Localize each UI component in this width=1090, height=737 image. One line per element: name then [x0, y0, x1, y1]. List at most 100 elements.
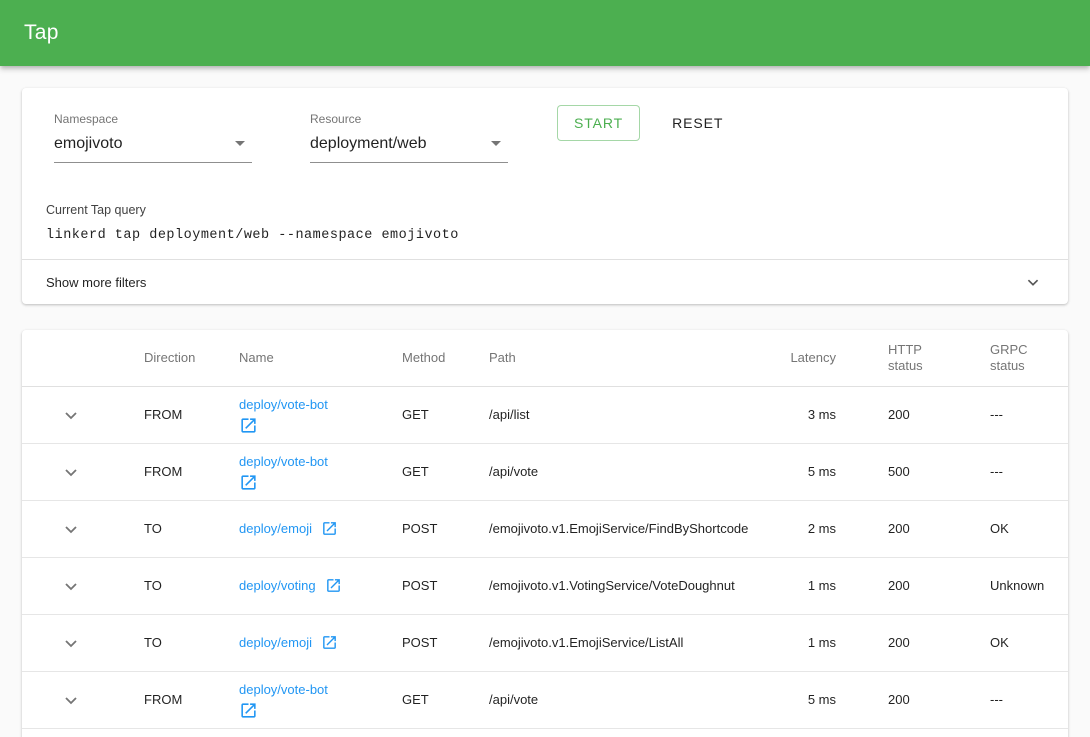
namespace-value: emojivoto — [54, 134, 122, 153]
table-row: TO deploy/emoji POST /emojivoto.v1.Emoji… — [22, 500, 1068, 557]
column-latency: Latency — [740, 330, 840, 386]
grpc-status-cell: OK — [964, 500, 1068, 557]
method-cell: GET — [380, 443, 467, 500]
chevron-down-icon — [59, 403, 83, 427]
external-link-icon[interactable] — [239, 473, 258, 492]
table-row-partial — [22, 728, 1068, 737]
show-more-filters-label: Show more filters — [46, 275, 146, 290]
table-row: TO deploy/voting POST /emojivoto.v1.Voti… — [22, 557, 1068, 614]
column-grpc-status: GRPC status — [964, 330, 1068, 386]
path-cell: /api/list — [467, 386, 740, 443]
latency-cell: 2 ms — [740, 500, 840, 557]
direction-cell: FROM — [122, 671, 217, 728]
grpc-status-cell: OK — [964, 614, 1068, 671]
external-link-icon[interactable] — [239, 416, 258, 435]
chevron-down-icon — [59, 631, 83, 655]
namespace-label: Namespace — [54, 112, 252, 126]
column-direction: Direction — [122, 330, 217, 386]
start-button[interactable]: START — [557, 105, 640, 141]
external-link-icon[interactable] — [325, 577, 342, 594]
column-name: Name — [217, 330, 380, 386]
expand-row-button[interactable] — [59, 688, 83, 712]
http-status-cell: 500 — [840, 443, 964, 500]
latency-cell: 3 ms — [740, 386, 840, 443]
grpc-status-cell: --- — [964, 443, 1068, 500]
path-cell: /emojivoto.v1.VotingService/VoteDoughnut — [467, 557, 740, 614]
column-http-status: HTTP status — [840, 330, 964, 386]
name-cell: deploy/emoji — [217, 614, 380, 671]
show-more-filters-toggle[interactable]: Show more filters — [22, 259, 1068, 304]
path-cell: /api/vote — [467, 443, 740, 500]
name-cell: deploy/vote-bot — [217, 671, 380, 728]
path-cell: /emojivoto.v1.EmojiService/FindByShortco… — [467, 500, 740, 557]
http-status-cell: 200 — [840, 386, 964, 443]
expand-row-button[interactable] — [59, 403, 83, 427]
chevron-down-icon — [59, 688, 83, 712]
http-status-cell: 200 — [840, 500, 964, 557]
direction-cell: FROM — [122, 443, 217, 500]
resource-link[interactable]: deploy/vote-bot — [239, 454, 328, 469]
current-query-section: Current Tap query linkerd tap deployment… — [22, 163, 1068, 259]
direction-cell: TO — [122, 614, 217, 671]
resource-link[interactable]: deploy/emoji — [239, 521, 312, 536]
resource-value: deployment/web — [310, 134, 427, 153]
method-cell: POST — [380, 614, 467, 671]
name-cell: deploy/voting — [217, 557, 380, 614]
external-link-icon[interactable] — [239, 701, 258, 720]
table-header-row: Direction Name Method Path Latency HTTP … — [22, 330, 1068, 386]
column-expand — [22, 330, 122, 386]
page-title: Tap — [24, 21, 59, 45]
table-row: FROM deploy/vote-bot GET /api/list 3 ms … — [22, 386, 1068, 443]
expand-row-button[interactable] — [59, 517, 83, 541]
query-code: linkerd tap deployment/web --namespace e… — [46, 228, 1044, 243]
http-status-cell: 200 — [840, 671, 964, 728]
latency-cell: 5 ms — [740, 443, 840, 500]
filter-actions: START RESET — [557, 105, 731, 141]
expand-row-button[interactable] — [59, 574, 83, 598]
table-row: FROM deploy/vote-bot GET /api/vote 5 ms … — [22, 443, 1068, 500]
dropdown-caret-icon — [235, 141, 245, 146]
resource-link[interactable]: deploy/voting — [239, 578, 316, 593]
chevron-down-icon[interactable] — [1022, 271, 1044, 293]
grpc-status-cell: --- — [964, 671, 1068, 728]
direction-cell: TO — [122, 557, 217, 614]
dropdown-caret-icon — [491, 141, 501, 146]
resource-link[interactable]: deploy/vote-bot — [239, 397, 328, 412]
external-link-icon[interactable] — [321, 634, 338, 651]
table-row: TO deploy/emoji POST /emojivoto.v1.Emoji… — [22, 614, 1068, 671]
column-method: Method — [380, 330, 467, 386]
chevron-down-icon — [59, 517, 83, 541]
http-status-cell: 200 — [840, 557, 964, 614]
path-cell: /emojivoto.v1.EmojiService/ListAll — [467, 614, 740, 671]
namespace-select[interactable]: Namespace emojivoto — [54, 112, 252, 163]
direction-cell: TO — [122, 500, 217, 557]
grpc-status-cell: Unknown — [964, 557, 1068, 614]
query-label: Current Tap query — [46, 203, 1044, 217]
path-cell: /api/vote — [467, 671, 740, 728]
latency-cell: 1 ms — [740, 614, 840, 671]
table-row: FROM deploy/vote-bot GET /api/vote 5 ms … — [22, 671, 1068, 728]
app-bar: Tap — [0, 0, 1090, 66]
expand-row-button[interactable] — [59, 460, 83, 484]
resource-link[interactable]: deploy/vote-bot — [239, 682, 328, 697]
chevron-down-icon — [59, 574, 83, 598]
method-cell: POST — [380, 557, 467, 614]
latency-cell: 1 ms — [740, 557, 840, 614]
chevron-down-icon — [59, 460, 83, 484]
resource-label: Resource — [310, 112, 508, 126]
resource-select[interactable]: Resource deployment/web — [310, 112, 508, 163]
name-cell: deploy/vote-bot — [217, 443, 380, 500]
direction-cell: FROM — [122, 386, 217, 443]
method-cell: GET — [380, 671, 467, 728]
expand-row-button[interactable] — [59, 631, 83, 655]
reset-button[interactable]: RESET — [664, 106, 731, 140]
column-path: Path — [467, 330, 740, 386]
http-status-cell: 200 — [840, 614, 964, 671]
external-link-icon[interactable] — [321, 520, 338, 537]
method-cell: POST — [380, 500, 467, 557]
resource-link[interactable]: deploy/emoji — [239, 635, 312, 650]
latency-cell: 5 ms — [740, 671, 840, 728]
method-cell: GET — [380, 386, 467, 443]
name-cell: deploy/vote-bot — [217, 386, 380, 443]
grpc-status-cell: --- — [964, 386, 1068, 443]
